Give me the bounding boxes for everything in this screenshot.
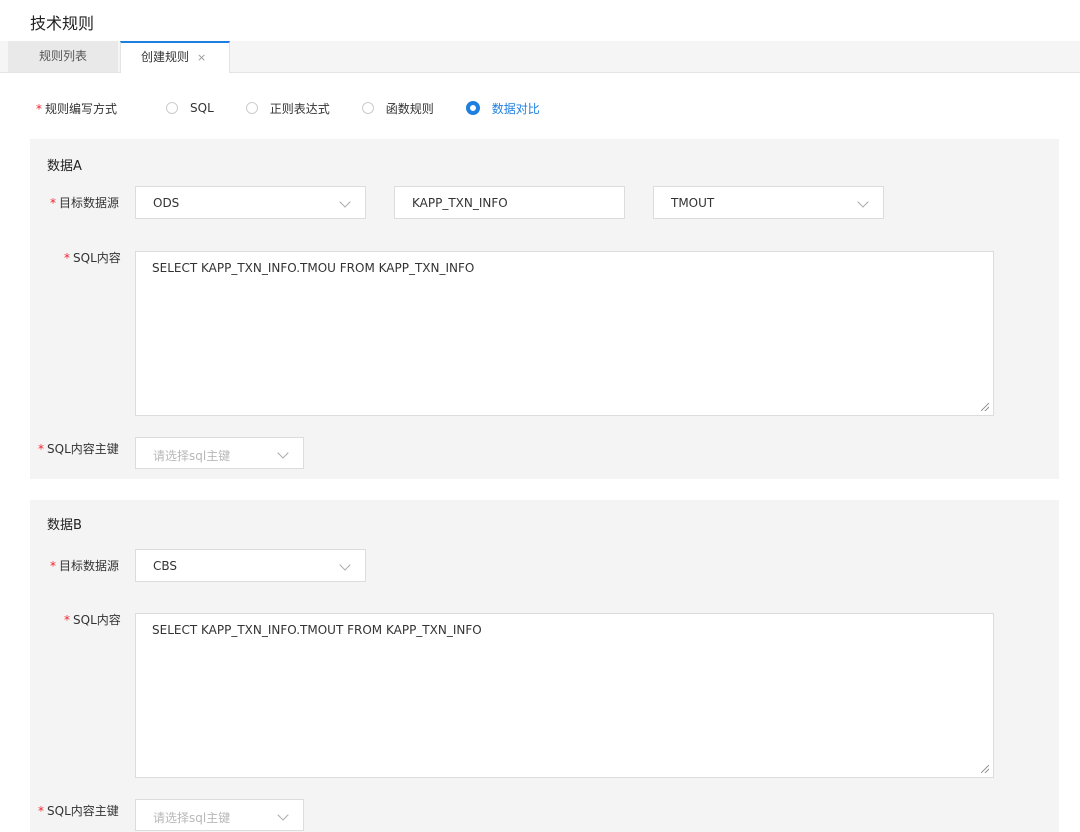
mode-label: * 规则编写方式 <box>36 100 117 117</box>
data-b-key-select[interactable]: 请选择sql主键 <box>135 799 304 831</box>
data-a-key-label: * SQL内容主键 <box>38 440 119 457</box>
tab-create-rule-label: 创建规则 <box>141 50 190 64</box>
chevron-down-icon <box>277 809 289 821</box>
required-mark: * <box>50 559 56 573</box>
required-mark: * <box>64 251 70 265</box>
data-a-key-select[interactable]: 请选择sql主键 <box>135 437 304 469</box>
data-b-key-label-text: SQL内容主键 <box>47 804 119 818</box>
data-a-sql-label: * SQL内容 <box>64 249 121 266</box>
data-a-sql-value: SELECT KAPP_TXN_INFO.TMOU FROM KAPP_TXN_… <box>152 261 475 275</box>
data-b-sql-label-text: SQL内容 <box>73 613 121 627</box>
radio-circle-icon <box>361 102 374 114</box>
data-b-source-value: CBS <box>153 559 178 573</box>
mode-label-text: 规则编写方式 <box>45 102 118 116</box>
data-a-source-label-text: 目标数据源 <box>59 196 120 210</box>
data-a-table-field[interactable]: KAPP_TXN_INFO <box>394 186 625 219</box>
data-a-sql-label-text: SQL内容 <box>73 251 121 265</box>
data-b-title: 数据B <box>47 518 82 533</box>
data-b-source-label: * 目标数据源 <box>50 557 119 574</box>
tab-rule-list[interactable]: 规则列表 <box>8 41 118 72</box>
tab-rule-list-label: 规则列表 <box>38 49 87 63</box>
radio-checked-icon <box>465 101 480 115</box>
data-b-sql-label: * SQL内容 <box>64 611 121 628</box>
chevron-down-icon <box>277 447 289 459</box>
chevron-down-icon <box>339 196 351 208</box>
chevron-down-icon <box>339 559 351 571</box>
radio-circle-icon <box>166 102 178 114</box>
close-icon[interactable]: × <box>197 51 206 64</box>
data-a-sql-textarea[interactable]: SELECT KAPP_TXN_INFO.TMOU FROM KAPP_TXN_… <box>135 251 994 416</box>
data-b-key-placeholder: 请选择sql主键 <box>153 811 231 825</box>
data-a-key-label-text: SQL内容主键 <box>47 442 119 456</box>
data-a-column-value: TMOUT <box>671 196 715 210</box>
radio-regex[interactable]: 正则表达式 <box>245 100 330 117</box>
data-b-source-select[interactable]: CBS <box>135 549 366 582</box>
resize-handle-icon[interactable] <box>981 403 989 411</box>
data-a-column-select[interactable]: TMOUT <box>653 186 884 219</box>
data-a-table-value: KAPP_TXN_INFO <box>412 196 508 210</box>
required-mark: * <box>36 102 42 116</box>
data-b-sql-value: SELECT KAPP_TXN_INFO.TMOUT FROM KAPP_TXN… <box>152 623 482 637</box>
radio-function-label: 函数规则 <box>385 101 434 116</box>
tab-bar: 规则列表 创建规则 × <box>0 41 1080 73</box>
data-b-sql-textarea[interactable]: SELECT KAPP_TXN_INFO.TMOUT FROM KAPP_TXN… <box>135 613 994 778</box>
required-mark: * <box>38 804 44 818</box>
data-b-source-label-text: 目标数据源 <box>59 559 120 573</box>
radio-sql[interactable]: SQL <box>166 101 214 115</box>
radio-regex-label: 正则表达式 <box>269 101 330 116</box>
required-mark: * <box>38 442 44 456</box>
resize-handle-icon[interactable] <box>981 765 989 773</box>
required-mark: * <box>64 613 70 627</box>
data-a-source-label: * 目标数据源 <box>50 194 119 211</box>
data-a-key-placeholder: 请选择sql主键 <box>153 449 231 463</box>
data-a-title: 数据A <box>47 159 82 174</box>
mode-radio-group: SQL 正则表达式 函数规则 数据对比 <box>166 100 572 116</box>
radio-function[interactable]: 函数规则 <box>361 100 434 117</box>
required-mark: * <box>50 196 56 210</box>
page-title: 技术规则 <box>30 14 95 33</box>
radio-data-compare[interactable]: 数据对比 <box>465 100 540 117</box>
radio-sql-label: SQL <box>190 101 214 115</box>
data-a-source-value: ODS <box>153 196 180 210</box>
data-b-key-label: * SQL内容主键 <box>38 802 119 819</box>
chevron-down-icon <box>857 196 869 208</box>
radio-data-compare-label: 数据对比 <box>491 101 540 116</box>
data-a-source-select[interactable]: ODS <box>135 186 366 219</box>
radio-circle-icon <box>245 102 258 114</box>
tab-create-rule[interactable]: 创建规则 × <box>120 41 230 73</box>
